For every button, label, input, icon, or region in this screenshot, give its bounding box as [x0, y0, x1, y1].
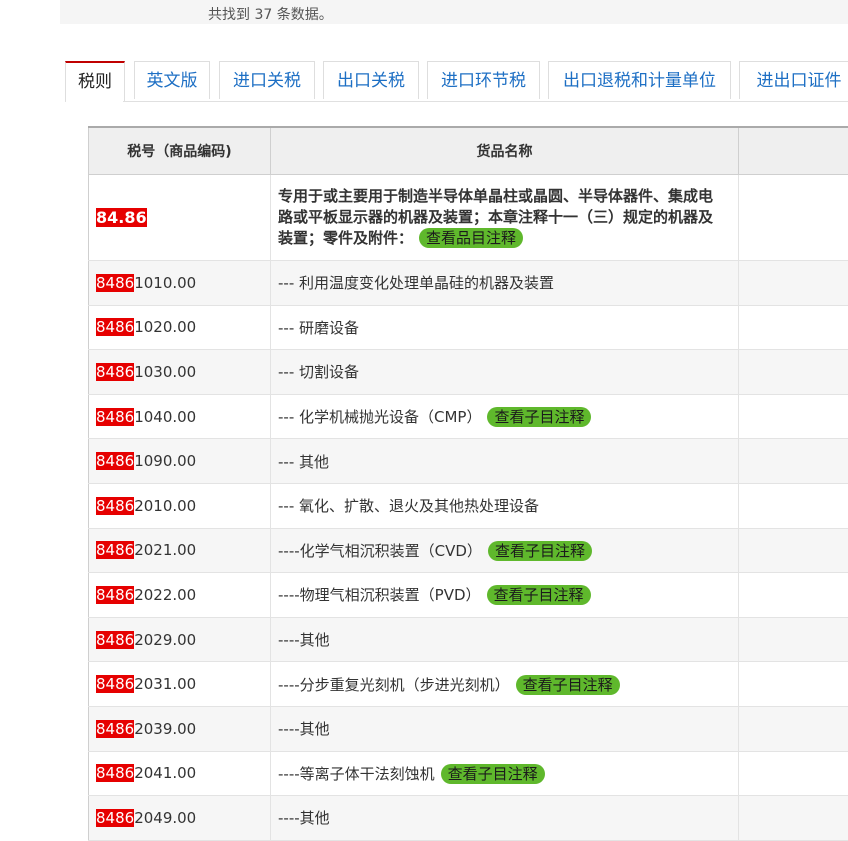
code-prefix: 8486 [96, 408, 134, 426]
code-suffix: 2029.00 [134, 631, 196, 649]
tab-divider [65, 101, 848, 102]
code-prefix: 8486 [96, 452, 134, 470]
code-suffix: 1020.00 [134, 318, 196, 336]
code-prefix: 8486 [96, 809, 134, 827]
tariff-table: 税号（商品编码) 货品名称 84.86 专用于或主要用于制造半导体单晶柱或晶圆、… [88, 126, 848, 841]
view-subheading-notes-button[interactable]: 查看子目注释 [488, 541, 592, 561]
tab-import-tariff[interactable]: 进口关税 [219, 61, 315, 99]
view-heading-notes-button[interactable]: 查看品目注释 [419, 228, 523, 248]
code-prefix: 8486 [96, 675, 134, 693]
code-prefix: 8486 [96, 720, 134, 738]
table-row: 84861090.00 --- 其他 [89, 439, 848, 484]
view-subheading-notes-button[interactable]: 查看子目注释 [441, 764, 545, 784]
header-name: 货品名称 [271, 127, 739, 175]
code-prefix: 8486 [96, 631, 134, 649]
heading-code: 84.86 [96, 208, 147, 227]
goods-name: --- 利用温度变化处理单晶硅的机器及装置 [278, 274, 554, 292]
goods-name: --- 氧化、扩散、退火及其他热处理设备 [278, 497, 539, 515]
table-row: 84861020.00 --- 研磨设备 [89, 305, 848, 350]
table-row: 84861040.00 --- 化学机械抛光设备（CMP） 查看子目注释 [89, 394, 848, 439]
heading-row: 84.86 专用于或主要用于制造半导体单晶柱或晶圆、半导体器件、集成电路或平板显… [89, 175, 848, 261]
table-row: 84862010.00 --- 氧化、扩散、退火及其他热处理设备 [89, 483, 848, 528]
code-suffix: 1090.00 [134, 452, 196, 470]
goods-name: --- 其他 [278, 453, 329, 471]
code-suffix: 2031.00 [134, 675, 196, 693]
result-count: 共找到 37 条数据。 [208, 4, 333, 24]
code-suffix: 2010.00 [134, 497, 196, 515]
header-extra [739, 127, 848, 175]
goods-name: ----等离子体干法刻蚀机 [278, 765, 435, 783]
code-prefix: 8486 [96, 497, 134, 515]
code-suffix: 1030.00 [134, 363, 196, 381]
code-suffix: 2049.00 [134, 809, 196, 827]
goods-name: ----其他 [278, 809, 330, 827]
goods-name: ----分步重复光刻机（步进光刻机） [278, 676, 510, 694]
table-row: 84861010.00 --- 利用温度变化处理单晶硅的机器及装置 [89, 261, 848, 306]
goods-name: ----物理气相沉积装置（PVD） [278, 586, 481, 604]
result-summary-bar: 共找到 37 条数据。 [60, 0, 848, 24]
code-prefix: 8486 [96, 586, 134, 604]
tab-import-export-licenses[interactable]: 进出口证件 [739, 61, 848, 99]
goods-name: ----其他 [278, 631, 330, 649]
goods-name: --- 化学机械抛光设备（CMP） [278, 408, 481, 426]
table-row: 84862039.00 ----其他 [89, 706, 848, 751]
goods-name: --- 研磨设备 [278, 319, 359, 337]
table-row: 84862031.00 ----分步重复光刻机（步进光刻机） 查看子目注释 [89, 662, 848, 707]
code-suffix: 2041.00 [134, 764, 196, 782]
goods-name: ----其他 [278, 720, 330, 738]
tab-english-version[interactable]: 英文版 [134, 61, 210, 99]
code-prefix: 8486 [96, 363, 134, 381]
code-suffix: 2021.00 [134, 541, 196, 559]
tab-export-tariff[interactable]: 出口关税 [323, 61, 419, 99]
table-row: 84862041.00 ----等离子体干法刻蚀机查看子目注释 [89, 751, 848, 796]
view-subheading-notes-button[interactable]: 查看子目注释 [516, 675, 620, 695]
code-suffix: 2039.00 [134, 720, 196, 738]
tab-bar: 税则 英文版 进口关税 出口关税 进口环节税 出口退税和计量单位 进出口证件 [65, 61, 848, 102]
header-code: 税号（商品编码) [89, 127, 271, 175]
code-suffix: 2022.00 [134, 586, 196, 604]
tab-tariff-rules[interactable]: 税则 [65, 61, 125, 102]
table-row: 84862022.00 ----物理气相沉积装置（PVD） 查看子目注释 [89, 573, 848, 618]
table-row: 84862029.00 ----其他 [89, 617, 848, 662]
code-prefix: 8486 [96, 318, 134, 336]
code-prefix: 8486 [96, 764, 134, 782]
tab-import-stage-tax[interactable]: 进口环节税 [427, 61, 540, 99]
table-row: 84861030.00 --- 切割设备 [89, 350, 848, 395]
table-row: 84862021.00 ----化学气相沉积装置（CVD） 查看子目注释 [89, 528, 848, 573]
code-suffix: 1040.00 [134, 408, 196, 426]
view-subheading-notes-button[interactable]: 查看子目注释 [487, 585, 591, 605]
view-subheading-notes-button[interactable]: 查看子目注释 [487, 407, 591, 427]
goods-name: --- 切割设备 [278, 363, 359, 381]
goods-name: ----化学气相沉积装置（CVD） [278, 542, 482, 560]
tab-export-rebate-units[interactable]: 出口退税和计量单位 [548, 61, 731, 99]
code-suffix: 1010.00 [134, 274, 196, 292]
code-prefix: 8486 [96, 541, 134, 559]
code-prefix: 8486 [96, 274, 134, 292]
